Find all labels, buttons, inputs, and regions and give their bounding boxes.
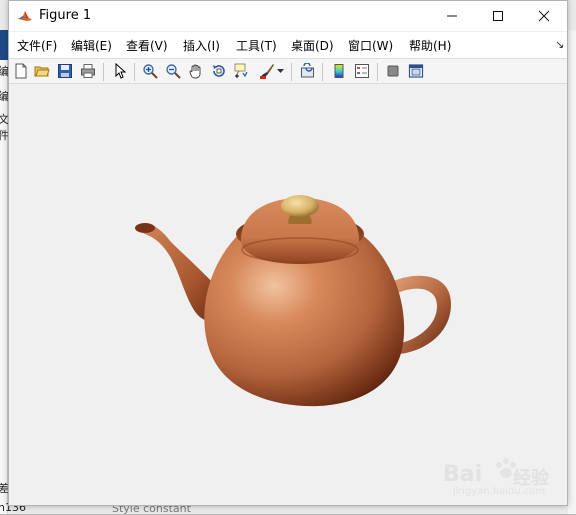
zoom-in-button[interactable]: [141, 62, 159, 80]
chevron-down-icon: [276, 68, 284, 73]
new-figure-icon: [15, 63, 27, 79]
new-figure-button[interactable]: [12, 62, 30, 80]
open-file-icon: [34, 66, 50, 77]
menu-insert[interactable]: 插入(I): [183, 37, 220, 54]
teapot-knob: [281, 195, 319, 217]
brush-button[interactable]: [258, 62, 276, 80]
menu-tools[interactable]: 工具(T): [236, 37, 277, 54]
legend-button[interactable]: [353, 62, 371, 80]
menu-bar: 文件(F) 编辑(E) 查看(V) 插入(I) 工具(T) 桌面(D) 窗口(W…: [9, 32, 567, 58]
print-icon: [81, 64, 95, 78]
watermark-url: jingyan.baidu.com: [453, 486, 546, 497]
maximize-button[interactable]: [475, 1, 521, 31]
rotate-3d-icon: [213, 65, 225, 77]
menu-dock-arrow-icon[interactable]: ↘: [555, 38, 564, 51]
figure-window: Figure 1 文件(F) 编辑(E) 查看(V) 插入(I) 工具(T) 桌…: [8, 0, 568, 506]
maximize-icon: [493, 11, 503, 21]
menu-desktop[interactable]: 桌面(D): [291, 37, 334, 54]
edit-plot-button[interactable]: [111, 62, 129, 80]
zoom-in-icon: [143, 64, 158, 79]
teapot-spout-opening: [135, 223, 155, 233]
menu-window[interactable]: 窗口(W): [348, 37, 393, 54]
rotate-3d-button[interactable]: [210, 62, 228, 80]
colorbar-icon: [334, 64, 344, 78]
background-app-header: [0, 30, 8, 60]
link-plot-button[interactable]: [299, 62, 317, 80]
hide-plot-tools-icon: [387, 65, 399, 77]
toolbar-separator: [134, 63, 135, 81]
toolbar-separator: [377, 63, 378, 81]
toolbar-separator: [322, 63, 323, 81]
data-cursor-icon: [234, 63, 248, 78]
toolbar-separator: [291, 63, 292, 81]
legend-icon: [355, 64, 369, 78]
close-button[interactable]: [521, 1, 567, 31]
link-plot-icon: [301, 63, 314, 78]
watermark-brand: Bai: [443, 462, 483, 487]
menu-file[interactable]: 文件(F): [17, 37, 57, 54]
minimize-button[interactable]: [429, 1, 475, 31]
edit-plot-arrow-icon: [115, 63, 127, 79]
matlab-logo-icon: [17, 8, 33, 24]
zoom-out-button[interactable]: [164, 62, 182, 80]
show-plot-tools-icon: [408, 64, 424, 78]
zoom-out-icon: [166, 64, 181, 79]
title-bar[interactable]: Figure 1: [9, 1, 567, 31]
toolbar: [9, 58, 567, 84]
menu-edit[interactable]: 编辑(E): [71, 37, 112, 54]
save-icon: [58, 64, 72, 78]
window-title: Figure 1: [39, 8, 92, 23]
hide-plot-tools-button[interactable]: [384, 62, 402, 80]
close-icon: [538, 10, 550, 22]
background-app-sidebar: 编 编 文件 差 n136: [0, 60, 26, 514]
pan-button[interactable]: [187, 62, 205, 80]
open-file-button[interactable]: [33, 62, 51, 80]
show-plot-tools-button[interactable]: [407, 62, 425, 80]
menu-help[interactable]: 帮助(H): [409, 37, 451, 54]
teapot-surface: [135, 195, 451, 407]
background-app-right-panel: [568, 30, 576, 514]
print-button[interactable]: [79, 62, 97, 80]
save-button[interactable]: [56, 62, 74, 80]
brush-icon: [260, 64, 274, 79]
data-cursor-button[interactable]: [233, 62, 251, 80]
pan-hand-icon: [189, 64, 201, 79]
minimize-icon: [447, 15, 457, 17]
figure-canvas[interactable]: Bai 经验 jingyan.baidu.com: [9, 84, 567, 505]
colorbar-button[interactable]: [330, 62, 348, 80]
brush-dropdown-button[interactable]: [276, 62, 284, 80]
toolbar-separator: [103, 63, 104, 81]
menu-view[interactable]: 查看(V): [126, 37, 168, 54]
